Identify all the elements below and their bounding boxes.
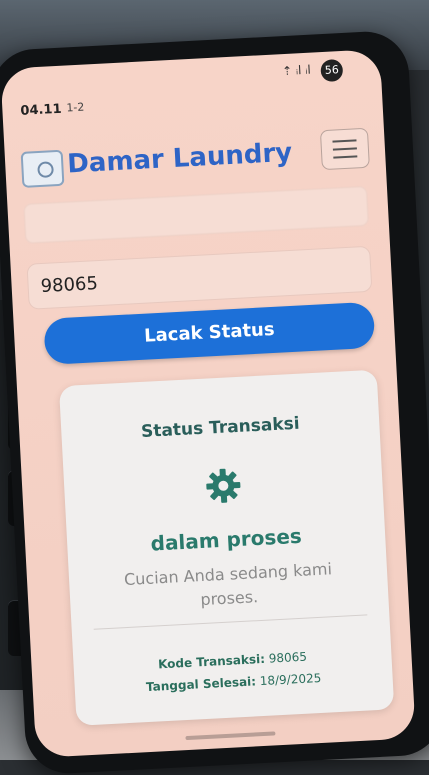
signal-icon: ⇡ ᵢl ᵢl [281, 62, 312, 79]
name-input[interactable] [23, 185, 369, 244]
brand-title[interactable]: Damar Laundry [67, 138, 293, 180]
menu-bar-icon [332, 147, 357, 151]
transaction-code-value: 98065 [268, 649, 308, 666]
divider [93, 614, 368, 630]
menu-bar-icon [332, 139, 357, 143]
status-text: dalam proses [150, 523, 303, 556]
finish-date-value: 18/9/2025 [259, 670, 322, 689]
phone-device: 04.11 1-2 ⇡ ᵢl ᵢl 56 Damar Laundry Lacak… [0, 29, 429, 775]
washing-machine-icon [20, 149, 65, 188]
menu-bar-icon [333, 155, 358, 159]
status-card: Status Transaksi dalam proses Cucian And… [58, 369, 395, 726]
status-bar: 04.11 1-2 ⇡ ᵢl ᵢl 56 [0, 49, 381, 119]
transaction-code-input[interactable] [26, 245, 373, 310]
gear-icon [206, 468, 241, 503]
battery-icon: 56 [320, 58, 344, 83]
app-header: Damar Laundry [4, 115, 387, 197]
status-description: Cucian Anda sedang kami proses. [123, 559, 333, 610]
transaction-code-label: Kode Transaksi: [157, 651, 266, 672]
card-title: Status Transaksi [140, 413, 301, 442]
home-indicator[interactable] [185, 731, 276, 741]
notification-icons: 1-2 [66, 100, 85, 115]
transaction-meta: Kode Transaksi: 98065 Tanggal Selesai: 1… [73, 641, 393, 702]
finish-date-label: Tanggal Selesai: [145, 674, 257, 695]
clock: 04.11 [20, 101, 62, 119]
phone-screen: 04.11 1-2 ⇡ ᵢl ᵢl 56 Damar Laundry Lacak… [0, 48, 416, 758]
hamburger-menu-button[interactable] [319, 127, 370, 171]
track-status-button[interactable]: Lacak Status [43, 301, 376, 365]
